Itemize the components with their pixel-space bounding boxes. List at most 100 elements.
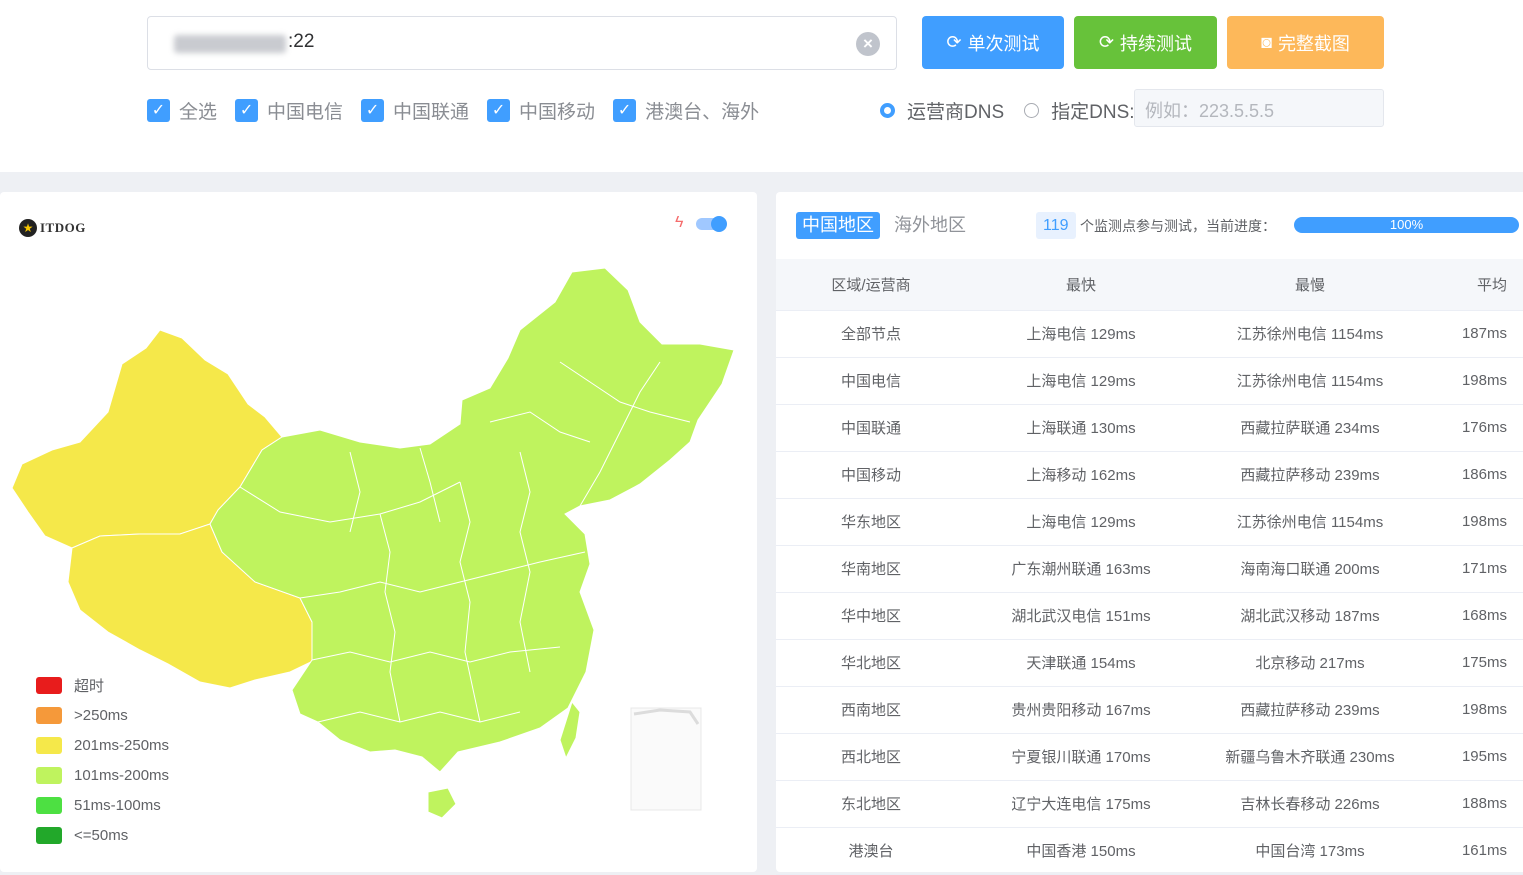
- full-screenshot-button[interactable]: ◙ 完整截图: [1227, 16, 1384, 69]
- cell-fastest: 湖北武汉电信 151ms: [966, 592, 1196, 640]
- column-header-slowest: 最慢: [1196, 259, 1424, 311]
- legend-swatch: [36, 796, 62, 814]
- node-count-text: 个监测点参与测试，当前进度：: [1080, 218, 1276, 234]
- table-row: 西北地区 宁夏银川联通 170ms 新疆乌鲁木齐联通 230ms 195ms: [776, 733, 1523, 781]
- table-row: 中国移动 上海移动 162ms 西藏拉萨移动 239ms 186ms: [776, 451, 1523, 499]
- toggle-knob: [711, 216, 727, 232]
- cell-slowest: 新疆乌鲁木齐联通 230ms: [1196, 733, 1424, 781]
- itdog-logo: ★ ITDOG: [19, 219, 86, 237]
- cell-fastest: 上海联通 130ms: [966, 404, 1196, 452]
- checkbox-mobile[interactable]: ✓ 中国移动: [487, 97, 595, 124]
- cell-slowest: 西藏拉萨移动 239ms: [1196, 451, 1424, 499]
- custom-dns-input[interactable]: 例如：223.5.5.5: [1134, 89, 1384, 127]
- legend-101-200: 101ms-200ms: [36, 760, 169, 790]
- cell-fastest: 辽宁大连电信 175ms: [966, 780, 1196, 828]
- legend-swatch: [36, 736, 62, 754]
- cell-region: 港澳台: [776, 827, 966, 875]
- table-row: 东北地区 辽宁大连电信 175ms 吉林长春移动 226ms 188ms: [776, 780, 1523, 828]
- cell-average: 198ms: [1424, 498, 1523, 546]
- legend-swatch: [36, 706, 62, 724]
- cell-average: 195ms: [1424, 733, 1523, 781]
- cell-average: 187ms: [1424, 310, 1523, 358]
- cell-average: 188ms: [1424, 780, 1523, 828]
- full-screenshot-label: 完整截图: [1277, 33, 1350, 54]
- camera-icon: ◙: [1261, 32, 1272, 52]
- checkbox-label: 中国联通: [393, 102, 470, 123]
- map-panel: ★ ITDOG ϟ 超时 >250ms 201ms-250ms 101ms-20…: [0, 192, 757, 872]
- checkbox-select-all[interactable]: ✓ 全选: [147, 97, 217, 124]
- cell-slowest: 吉林长春移动 226ms: [1196, 780, 1424, 828]
- cell-fastest: 上海移动 162ms: [966, 451, 1196, 499]
- cell-average: 176ms: [1424, 404, 1523, 452]
- south-china-sea-inset: [630, 707, 702, 811]
- tab-china[interactable]: 中国地区: [796, 212, 880, 239]
- region-mainland[interactable]: [209, 267, 735, 773]
- cell-fastest: 天津联通 154ms: [966, 639, 1196, 687]
- cell-region: 西南地区: [776, 686, 966, 734]
- cell-fastest: 广东潮州联通 163ms: [966, 545, 1196, 593]
- cell-fastest: 中国香港 150ms: [966, 827, 1196, 875]
- cell-region: 华南地区: [776, 545, 966, 593]
- results-table: 区域/运营商 最快 最慢 平均 全部节点 上海电信 129ms 江苏徐州电信 115…: [776, 259, 1523, 875]
- blurred-ip-address: [174, 35, 286, 53]
- dns-options: 运营商DNS 指定DNS:: [880, 97, 1135, 124]
- cell-region: 中国电信: [776, 357, 966, 405]
- refresh-icon: ⟳: [946, 32, 962, 52]
- table-row: 中国联通 上海联通 130ms 西藏拉萨联通 234ms 176ms: [776, 404, 1523, 452]
- legend-swatch: [36, 826, 62, 844]
- check-icon: ✓: [613, 99, 637, 122]
- column-header-region: 区域/运营商: [776, 259, 966, 311]
- cell-slowest: 中国台湾 173ms: [1196, 827, 1424, 875]
- checkbox-overseas[interactable]: ✓ 港澳台、海外: [613, 97, 759, 124]
- table-row: 港澳台 中国香港 150ms 中国台湾 173ms 161ms: [776, 827, 1523, 875]
- cell-region: 中国移动: [776, 451, 966, 499]
- map-mode-toggle[interactable]: [696, 216, 727, 232]
- continuous-test-button[interactable]: ⟳ 持续测试: [1074, 16, 1217, 69]
- legend-label: >250ms: [74, 706, 128, 724]
- map-legend: 超时 >250ms 201ms-250ms 101ms-200ms 51ms-1…: [36, 670, 169, 850]
- legend-label: 101ms-200ms: [74, 766, 170, 784]
- isp-filter-checkboxes: ✓ 全选 ✓ 中国电信 ✓ 中国联通 ✓ 中国移动 ✓ 港澳台、海外: [147, 97, 777, 124]
- cell-average: 171ms: [1424, 545, 1523, 593]
- progress-bar: 100%: [1294, 217, 1519, 233]
- node-count-badge: 119: [1036, 212, 1076, 239]
- cell-slowest: 江苏徐州电信 1154ms: [1196, 357, 1424, 405]
- cell-average: 175ms: [1424, 639, 1523, 687]
- legend-swatch: [36, 676, 62, 694]
- checkbox-label: 中国电信: [267, 102, 344, 123]
- table-row: 华中地区 湖北武汉电信 151ms 湖北武汉移动 187ms 168ms: [776, 592, 1523, 640]
- single-test-label: 单次测试: [967, 33, 1040, 54]
- cell-fastest: 宁夏银川联通 170ms: [966, 733, 1196, 781]
- legend-over-250: >250ms: [36, 700, 169, 730]
- cell-slowest: 湖北武汉移动 187ms: [1196, 592, 1424, 640]
- continuous-test-label: 持续测试: [1120, 33, 1193, 54]
- check-icon: ✓: [235, 99, 259, 122]
- cell-slowest: 江苏徐州电信 1154ms: [1196, 498, 1424, 546]
- table-row: 华东地区 上海电信 129ms 江苏徐州电信 1154ms 198ms: [776, 498, 1523, 546]
- column-header-average: 平均: [1424, 259, 1523, 311]
- single-test-button[interactable]: ⟳ 单次测试: [922, 16, 1064, 69]
- clear-icon[interactable]: ×: [856, 32, 880, 56]
- legend-label: 201ms-250ms: [74, 736, 170, 754]
- checkbox-label: 中国移动: [519, 102, 596, 123]
- cell-region: 西北地区: [776, 733, 966, 781]
- checkbox-label: 全选: [179, 102, 218, 123]
- host-input[interactable]: :22 ×: [147, 16, 897, 70]
- cell-fastest: 上海电信 129ms: [966, 498, 1196, 546]
- checkbox-telecom[interactable]: ✓ 中国电信: [235, 97, 343, 124]
- legend-label: <=50ms: [74, 826, 129, 844]
- isp-dns-label: 运营商DNS: [907, 102, 1005, 123]
- region-hainan[interactable]: [427, 787, 457, 819]
- check-icon: ✓: [147, 99, 170, 122]
- tab-overseas[interactable]: 海外地区: [888, 212, 972, 239]
- cell-slowest: 西藏拉萨移动 239ms: [1196, 686, 1424, 734]
- legend-under-50: <=50ms: [36, 820, 169, 850]
- test-control-panel: :22 × ⟳ 单次测试 ⟳ 持续测试 ◙ 完整截图 ✓ 全选 ✓ 中国电信 ✓ 中国…: [0, 0, 1523, 172]
- table-row: 全部节点 上海电信 129ms 江苏徐州电信 1154ms 187ms: [776, 310, 1523, 358]
- lightning-icon: ϟ: [675, 214, 684, 231]
- radio-isp-dns[interactable]: [880, 103, 895, 118]
- checkbox-unicom[interactable]: ✓ 中国联通: [361, 97, 469, 124]
- table-header-row: 区域/运营商 最快 最慢 平均: [776, 259, 1523, 311]
- table-row: 华南地区 广东潮州联通 163ms 海南海口联通 200ms 171ms: [776, 545, 1523, 593]
- radio-custom-dns[interactable]: [1024, 103, 1040, 118]
